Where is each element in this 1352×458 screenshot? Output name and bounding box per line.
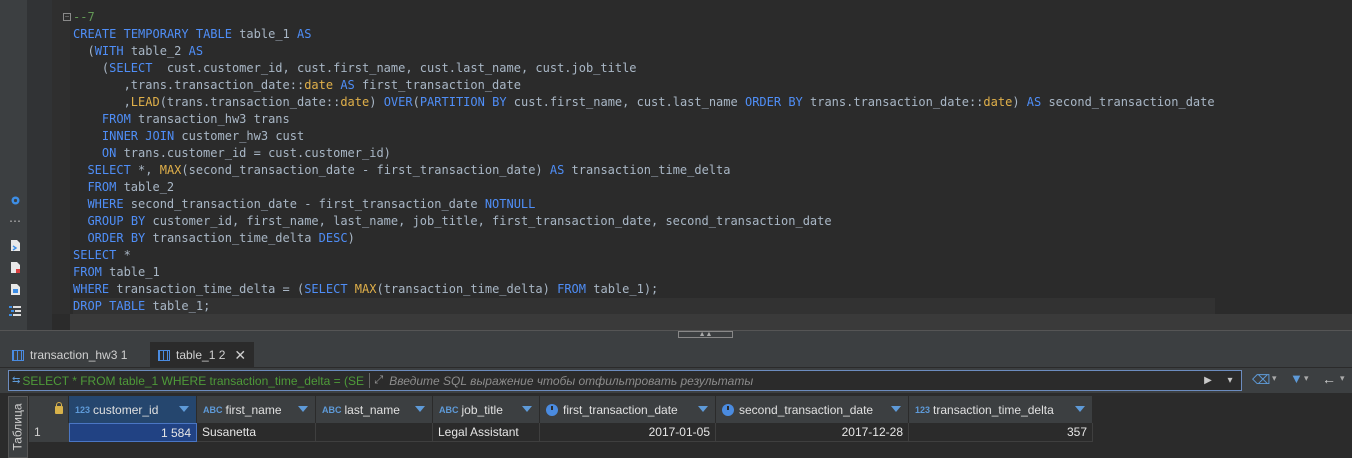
fold-toggle-icon[interactable]: −: [63, 13, 71, 21]
column-label: transaction_time_delta: [933, 402, 1054, 417]
query-icon: ⇆: [12, 375, 21, 386]
code-line[interactable]: FROM table_1: [73, 264, 1215, 281]
column-header-job-title[interactable]: ABC job_title: [433, 396, 540, 423]
table-cell[interactable]: 357: [909, 423, 1093, 442]
code-line[interactable]: FROM table_2: [73, 179, 1215, 196]
column-label: first_name: [225, 402, 282, 417]
chevron-down-icon[interactable]: ▾: [1340, 373, 1345, 384]
tab-transaction-hw3[interactable]: transaction_hw3 1: [4, 342, 135, 368]
eraser-icon[interactable]: ⌫: [1252, 372, 1270, 388]
close-icon[interactable]: ✕: [234, 347, 246, 364]
code-line[interactable]: CREATE TEMPORARY TABLE table_1 AS: [73, 26, 1215, 43]
code-line[interactable]: SELECT *: [73, 247, 1215, 264]
settings-icon[interactable]: [8, 193, 22, 207]
chevron-down-icon[interactable]: ▾: [1272, 373, 1277, 384]
column-label: customer_id: [93, 402, 159, 417]
code-line[interactable]: FROM transaction_hw3 trans: [73, 111, 1215, 128]
numeric-type-icon: 123: [75, 404, 91, 415]
table-cell[interactable]: Legal Assistant: [433, 423, 540, 442]
script-error-icon[interactable]: [8, 260, 22, 274]
code-line[interactable]: ORDER BY transaction_time_delta DESC): [73, 230, 1215, 247]
code-line[interactable]: DROP TABLE table_1;: [73, 298, 1215, 315]
results-grid[interactable]: Таблица 123 customer_id ABC first_name A…: [0, 393, 1352, 458]
code-line[interactable]: ,LEAD(trans.transaction_date::date) OVER…: [73, 94, 1215, 111]
filter-icon[interactable]: ▼: [1290, 371, 1303, 386]
date-type-icon: [722, 403, 734, 416]
code-line[interactable]: WHERE second_transaction_date - first_tr…: [73, 196, 1215, 213]
filter-query-text: SELECT * FROM table_1 WHERE transaction_…: [22, 373, 366, 388]
script-icon[interactable]: [8, 238, 22, 252]
sort-arrow-icon[interactable]: [298, 406, 308, 412]
code-line[interactable]: ,trans.transaction_date::date AS first_t…: [73, 77, 1215, 94]
table-cell[interactable]: 2017-01-05: [540, 423, 716, 442]
document-icon[interactable]: [8, 282, 22, 296]
column-label: last_name: [344, 402, 400, 417]
sql-editor[interactable]: ⋯ − --7 CREATE TEMPORARY TABLE table_1 AS…: [0, 0, 1352, 330]
column-label: second_transaction_date: [739, 402, 874, 417]
sort-arrow-icon[interactable]: [522, 406, 532, 412]
code-line[interactable]: WHERE transaction_time_delta = (SELECT M…: [73, 281, 1215, 298]
sort-arrow-icon[interactable]: [179, 406, 189, 412]
filter-input[interactable]: ⇆ SELECT * FROM table_1 WHERE transactio…: [8, 370, 1242, 391]
sort-arrow-icon[interactable]: [1075, 406, 1085, 412]
column-header-transaction-time-delta[interactable]: 123 transaction_time_delta: [909, 396, 1093, 423]
sort-arrow-icon[interactable]: [891, 406, 901, 412]
tab-table-1[interactable]: table_1 2 ✕: [150, 342, 255, 368]
column-label: first_transaction_date: [563, 402, 678, 417]
table-cell[interactable]: [316, 423, 433, 442]
column-header-customer-id[interactable]: 123 customer_id: [69, 396, 197, 423]
code-line[interactable]: (WITH table_2 AS: [73, 43, 1215, 60]
line-gutter: [27, 0, 52, 330]
code-line[interactable]: --7: [73, 9, 1215, 26]
column-header-last-name[interactable]: ABC last_name: [316, 396, 433, 423]
apply-filter-icon[interactable]: ▶: [1197, 371, 1219, 390]
table-cell[interactable]: 1 584: [69, 423, 197, 442]
empty-grid-area: [29, 442, 1093, 458]
table-icon: [158, 349, 170, 361]
code-line[interactable]: SELECT *, MAX(second_transaction_date - …: [73, 162, 1215, 179]
chevron-down-icon[interactable]: ▾: [1304, 373, 1309, 384]
lock-icon: [55, 402, 63, 414]
divider: [369, 373, 371, 388]
tab-label: table_1 2: [176, 348, 226, 362]
tab-label: transaction_hw3 1: [30, 348, 128, 362]
date-type-icon: [546, 403, 558, 416]
outline-icon[interactable]: [8, 304, 22, 318]
results-tab-bar: transaction_hw3 1 table_1 2 ✕: [0, 339, 1352, 368]
column-label: job_title: [461, 402, 503, 417]
code-line[interactable]: (SELECT cust.customer_id, cust.first_nam…: [73, 60, 1215, 77]
sort-arrow-icon[interactable]: [698, 406, 708, 412]
table-cell[interactable]: Susanetta: [197, 423, 316, 442]
numeric-type-icon: 123: [915, 404, 931, 415]
editor-side-toolbar: ⋯: [0, 0, 27, 330]
sort-arrow-icon[interactable]: [415, 406, 425, 412]
editor-horizontal-scrollbar[interactable]: [70, 314, 1352, 330]
code-line[interactable]: ON trans.customer_id = cust.customer_id): [73, 145, 1215, 162]
column-header-first-transaction-date[interactable]: first_transaction_date: [540, 396, 716, 423]
panel-splitter[interactable]: [0, 330, 1352, 339]
row-number-header: [29, 396, 69, 423]
sql-code[interactable]: --7 CREATE TEMPORARY TABLE table_1 AS (WI…: [73, 9, 1215, 315]
fold-column: [52, 0, 70, 314]
splitter-grip-icon[interactable]: ▲▲: [678, 331, 733, 338]
row-number[interactable]: 1: [29, 423, 69, 442]
more-icon[interactable]: ⋯: [8, 214, 22, 228]
side-label-text: Таблица: [11, 403, 25, 451]
filter-history-chevron-icon[interactable]: ▾: [1219, 371, 1241, 390]
back-arrow-icon[interactable]: ←: [1322, 371, 1336, 387]
text-type-icon: ABC: [322, 404, 342, 415]
table-cell[interactable]: 2017-12-28: [716, 423, 909, 442]
table-icon: [12, 349, 24, 361]
text-type-icon: ABC: [203, 404, 223, 415]
column-header-first-name[interactable]: ABC first_name: [197, 396, 316, 423]
filter-toolbar: ⇆ SELECT * FROM table_1 WHERE transactio…: [0, 368, 1352, 393]
column-header-second-transaction-date[interactable]: second_transaction_date: [716, 396, 909, 423]
filter-buttons: ▶ ▾: [1197, 371, 1241, 390]
text-type-icon: ABC: [439, 404, 459, 415]
filter-placeholder: Введите SQL выражение чтобы отфильтроват…: [389, 373, 754, 388]
code-line[interactable]: GROUP BY customer_id, first_name, last_n…: [73, 213, 1215, 230]
table-view-toggle[interactable]: Таблица: [8, 396, 28, 458]
expand-icon[interactable]: ⤢: [374, 374, 383, 387]
code-line[interactable]: INNER JOIN customer_hw3 cust: [73, 128, 1215, 145]
